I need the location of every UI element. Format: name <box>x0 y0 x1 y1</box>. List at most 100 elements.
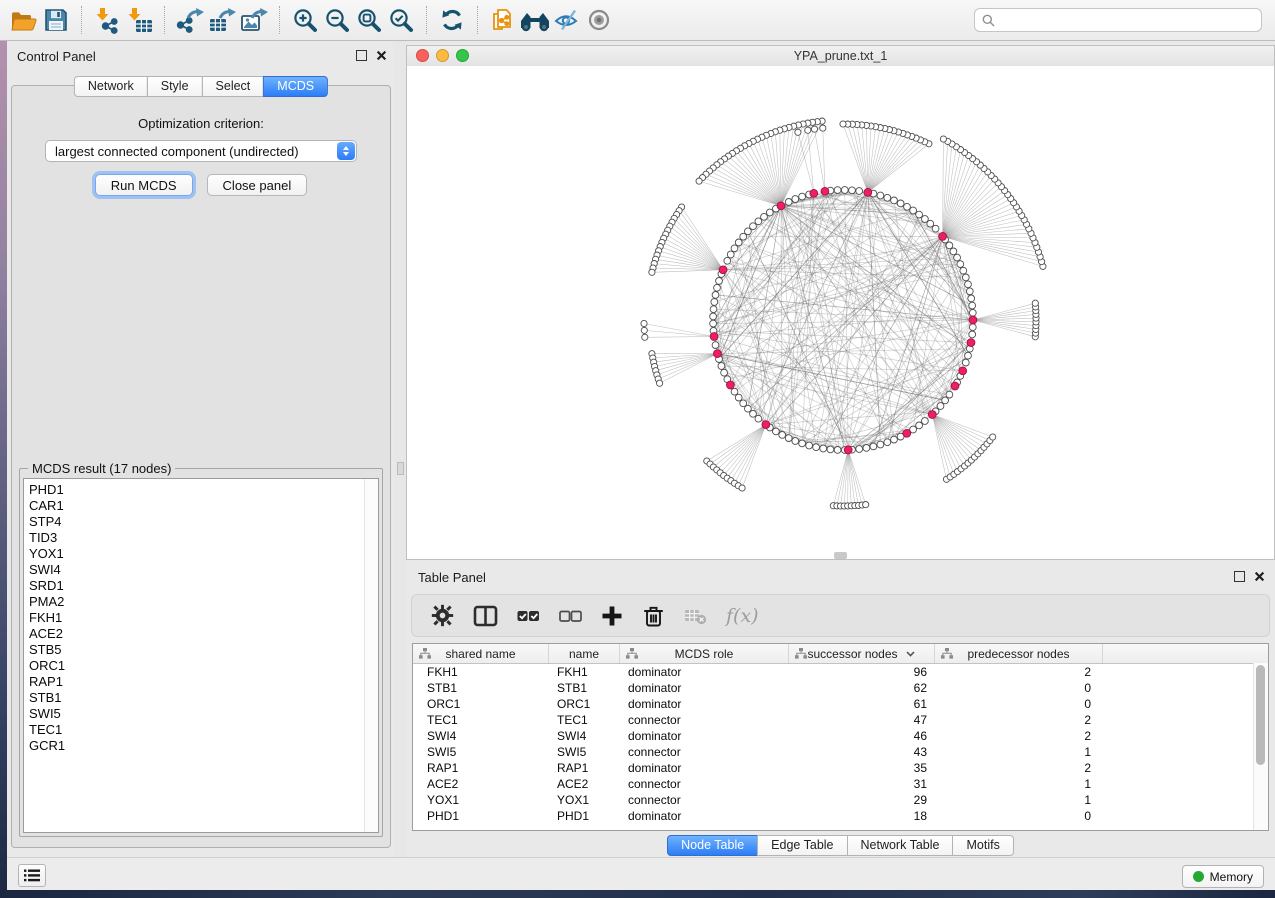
cell-predecessor-nodes[interactable]: 0 <box>935 809 1103 823</box>
mcds-result-item[interactable]: YOX1 <box>24 546 378 562</box>
column-header-predecessor-nodes[interactable]: predecessor nodes <box>935 644 1103 663</box>
cell-name[interactable]: ACE2 <box>549 777 620 791</box>
cell-predecessor-nodes[interactable]: 2 <box>935 729 1103 743</box>
delete-column-icon[interactable] <box>642 603 665 629</box>
minimize-window-icon[interactable] <box>436 49 449 62</box>
cell-successor-nodes[interactable]: 18 <box>789 809 935 823</box>
cell-successor-nodes[interactable]: 43 <box>789 745 935 759</box>
cell-name[interactable]: YOX1 <box>549 793 620 807</box>
vertical-splitter[interactable] <box>395 41 406 857</box>
mcds-result-item[interactable]: PHD1 <box>24 482 378 498</box>
column-header-successor-nodes[interactable]: successor nodes <box>789 644 935 663</box>
float-table-panel-icon[interactable] <box>1234 571 1245 582</box>
column-header-shared-name[interactable]: shared name <box>413 644 549 663</box>
mcds-result-item[interactable]: GCR1 <box>24 738 378 754</box>
cell-successor-nodes[interactable]: 96 <box>789 665 935 679</box>
hide-details-icon[interactable] <box>551 5 583 35</box>
cell-mcds-role[interactable]: dominator <box>620 681 789 695</box>
table-scrollbar[interactable] <box>1253 663 1268 830</box>
zoom-selected-icon[interactable] <box>385 5 417 35</box>
export-table-icon[interactable] <box>206 5 238 35</box>
mcds-result-item[interactable]: CAR1 <box>24 498 378 514</box>
cell-name[interactable]: TEC1 <box>549 713 620 727</box>
table-row[interactable]: SWI5SWI5connector431 <box>413 744 1268 760</box>
cell-mcds-role[interactable]: connector <box>620 777 789 791</box>
network-canvas[interactable] <box>407 66 1274 559</box>
tab-edge-table[interactable]: Edge Table <box>757 835 847 856</box>
export-image-icon[interactable] <box>238 5 270 35</box>
column-header-MCDS-role[interactable]: MCDS role <box>620 644 789 663</box>
mcds-result-item[interactable]: SWI4 <box>24 562 378 578</box>
table-row[interactable]: PHD1PHD1dominator180 <box>413 808 1268 824</box>
splitter-handle[interactable] <box>397 462 404 475</box>
mcds-result-item[interactable]: ORC1 <box>24 658 378 674</box>
show-details-icon[interactable] <box>583 5 615 35</box>
close-table-panel-icon[interactable] <box>1254 571 1265 582</box>
cell-predecessor-nodes[interactable]: 0 <box>935 697 1103 711</box>
cell-name[interactable]: ORC1 <box>549 697 620 711</box>
cell-shared-name[interactable]: ACE2 <box>413 777 549 791</box>
cell-mcds-role[interactable]: dominator <box>620 729 789 743</box>
criterion-dropdown[interactable]: largest connected component (undirected) <box>45 140 357 162</box>
deselect-all-icon[interactable] <box>559 603 582 629</box>
table-row[interactable]: YOX1YOX1connector291 <box>413 792 1268 808</box>
mcds-result-item[interactable]: SRD1 <box>24 578 378 594</box>
mcds-result-item[interactable]: TEC1 <box>24 722 378 738</box>
cell-successor-nodes[interactable]: 46 <box>789 729 935 743</box>
table-row[interactable]: ORC1ORC1dominator610 <box>413 696 1268 712</box>
mcds-result-item[interactable]: TID3 <box>24 530 378 546</box>
mcds-result-item[interactable]: ACE2 <box>24 626 378 642</box>
network-hscroll-thumb[interactable] <box>834 552 847 559</box>
cell-predecessor-nodes[interactable]: 1 <box>935 793 1103 807</box>
cell-successor-nodes[interactable]: 31 <box>789 777 935 791</box>
cell-mcds-role[interactable]: dominator <box>620 697 789 711</box>
tab-network-table[interactable]: Network Table <box>847 835 954 856</box>
tab-select[interactable]: Select <box>202 76 265 97</box>
mcds-result-item[interactable]: RAP1 <box>24 674 378 690</box>
tab-network[interactable]: Network <box>74 76 148 97</box>
float-panel-icon[interactable] <box>356 50 367 61</box>
cell-mcds-role[interactable]: connector <box>620 713 789 727</box>
cell-shared-name[interactable]: RAP1 <box>413 761 549 775</box>
close-panel-icon[interactable] <box>376 50 387 61</box>
cell-shared-name[interactable]: YOX1 <box>413 793 549 807</box>
gear-icon[interactable] <box>431 603 454 629</box>
tab-mcds[interactable]: MCDS <box>263 76 328 97</box>
run-mcds-button[interactable]: Run MCDS <box>95 174 193 196</box>
result-list-scrollbar[interactable] <box>364 479 378 832</box>
cell-shared-name[interactable]: TEC1 <box>413 713 549 727</box>
network-graph[interactable] <box>407 66 1274 559</box>
maximize-window-icon[interactable] <box>456 49 469 62</box>
cell-predecessor-nodes[interactable]: 1 <box>935 745 1103 759</box>
cell-predecessor-nodes[interactable]: 2 <box>935 761 1103 775</box>
cell-successor-nodes[interactable]: 61 <box>789 697 935 711</box>
table-row[interactable]: STB1STB1dominator620 <box>413 680 1268 696</box>
table-row[interactable]: ACE2ACE2connector311 <box>413 776 1268 792</box>
tab-style[interactable]: Style <box>147 76 203 97</box>
import-table-icon[interactable] <box>123 5 155 35</box>
mcds-result-item[interactable]: FKH1 <box>24 610 378 626</box>
cell-successor-nodes[interactable]: 29 <box>789 793 935 807</box>
search-input[interactable] <box>1000 12 1254 28</box>
cell-successor-nodes[interactable]: 35 <box>789 761 935 775</box>
cell-mcds-role[interactable]: dominator <box>620 809 789 823</box>
memory-button[interactable]: Memory <box>1182 865 1264 888</box>
split-columns-icon[interactable] <box>473 603 498 629</box>
cell-name[interactable]: SWI4 <box>549 729 620 743</box>
mcds-result-item[interactable]: STB5 <box>24 642 378 658</box>
cell-predecessor-nodes[interactable]: 0 <box>935 681 1103 695</box>
mcds-result-item[interactable]: STB1 <box>24 690 378 706</box>
cell-shared-name[interactable]: FKH1 <box>413 665 549 679</box>
cell-mcds-role[interactable]: dominator <box>620 761 789 775</box>
cell-name[interactable]: PHD1 <box>549 809 620 823</box>
refresh-icon[interactable] <box>436 5 468 35</box>
select-all-icon[interactable] <box>517 603 540 629</box>
table-row[interactable]: FKH1FKH1dominator962 <box>413 664 1268 680</box>
cell-shared-name[interactable]: SWI5 <box>413 745 549 759</box>
table-scrollbar-thumb[interactable] <box>1256 665 1265 765</box>
open-folder-icon[interactable] <box>8 5 40 35</box>
cell-mcds-role[interactable]: dominator <box>620 665 789 679</box>
cell-name[interactable]: STB1 <box>549 681 620 695</box>
zoom-in-icon[interactable] <box>289 5 321 35</box>
cell-shared-name[interactable]: ORC1 <box>413 697 549 711</box>
